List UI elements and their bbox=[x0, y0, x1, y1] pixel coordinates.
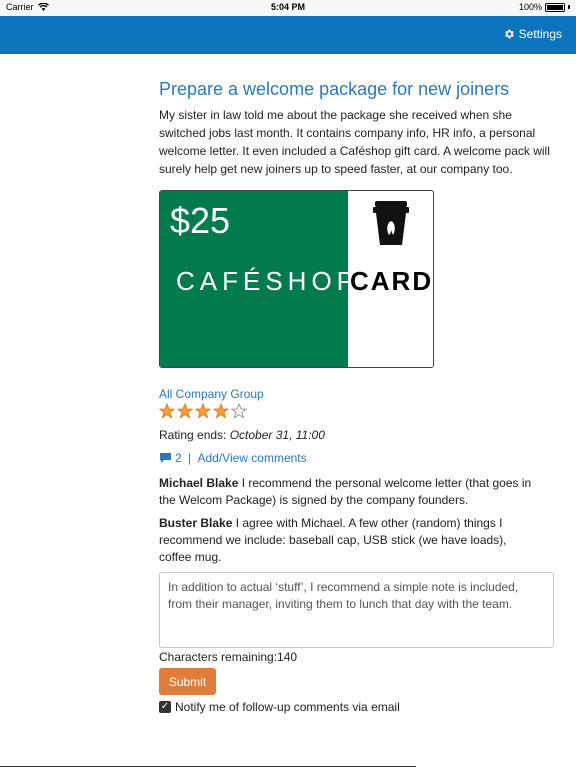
gift-card-amount: $25 bbox=[170, 200, 231, 241]
nav-bar: Settings bbox=[0, 16, 576, 54]
submit-button[interactable]: Submit bbox=[159, 668, 216, 695]
comments-link[interactable]: 2 | Add/View comments bbox=[159, 451, 307, 465]
star-rating[interactable] bbox=[159, 403, 247, 419]
post-content: Prepare a welcome package for new joiner… bbox=[159, 78, 554, 714]
star-filled-icon[interactable] bbox=[159, 403, 175, 419]
notify-label: Notify me of follow-up comments via emai… bbox=[175, 700, 400, 714]
settings-button[interactable]: Settings bbox=[503, 27, 562, 41]
comment-input[interactable]: In addition to actual ‘stuff’, I recomme… bbox=[159, 572, 554, 648]
post-body: My sister in law told me about the packa… bbox=[159, 108, 550, 176]
group-link[interactable]: All Company Group bbox=[159, 387, 264, 401]
star-filled-icon[interactable] bbox=[177, 403, 193, 419]
comment-author: Michael Blake bbox=[159, 476, 239, 490]
battery-fill bbox=[547, 4, 563, 10]
star-filled-icon[interactable] bbox=[195, 403, 211, 419]
status-bar: Carrier 5:04 PM 100% bbox=[0, 0, 576, 16]
status-right: 100% bbox=[519, 2, 570, 12]
comment-author: Buster Blake bbox=[159, 516, 233, 530]
gift-card-brand: CAFÉSHOP bbox=[176, 266, 360, 296]
settings-label: Settings bbox=[518, 27, 562, 41]
page-title: Prepare a welcome package for new joiner… bbox=[159, 79, 510, 99]
comment-item: Michael Blake I recommend the personal w… bbox=[159, 475, 534, 509]
rating-ends-label: Rating ends: bbox=[159, 428, 230, 442]
gift-card-image: $25 CAFÉSHOP CARD bbox=[159, 190, 434, 368]
characters-remaining: Characters remaining:140 bbox=[159, 650, 298, 664]
rating-ends-value: October 31, 11:00 bbox=[229, 428, 325, 442]
comments-count: 2 bbox=[175, 451, 182, 465]
star-filled-icon[interactable] bbox=[213, 403, 229, 419]
star-empty-icon[interactable] bbox=[231, 403, 247, 419]
gear-icon bbox=[504, 29, 514, 39]
battery-percent: 100% bbox=[518, 2, 542, 12]
rating-ends: Rating ends: October 31, 11:00 bbox=[159, 428, 325, 442]
comments-link-label: Add/View comments bbox=[197, 451, 307, 465]
comment-item: Buster Blake I agree with Michael. A few… bbox=[159, 515, 534, 566]
coffee-cup-icon bbox=[373, 201, 409, 245]
battery-tip bbox=[568, 5, 570, 9]
speech-bubble-icon bbox=[160, 453, 171, 463]
status-time: 5:04 PM bbox=[270, 2, 305, 12]
gift-card-word: CARD bbox=[350, 266, 434, 296]
battery-icon bbox=[545, 2, 565, 12]
comments-separator: | bbox=[184, 451, 195, 465]
notify-checkbox[interactable]: ✓ bbox=[159, 701, 171, 713]
notify-option[interactable]: ✓ Notify me of follow-up comments via em… bbox=[159, 700, 400, 714]
bottom-divider bbox=[0, 766, 416, 767]
